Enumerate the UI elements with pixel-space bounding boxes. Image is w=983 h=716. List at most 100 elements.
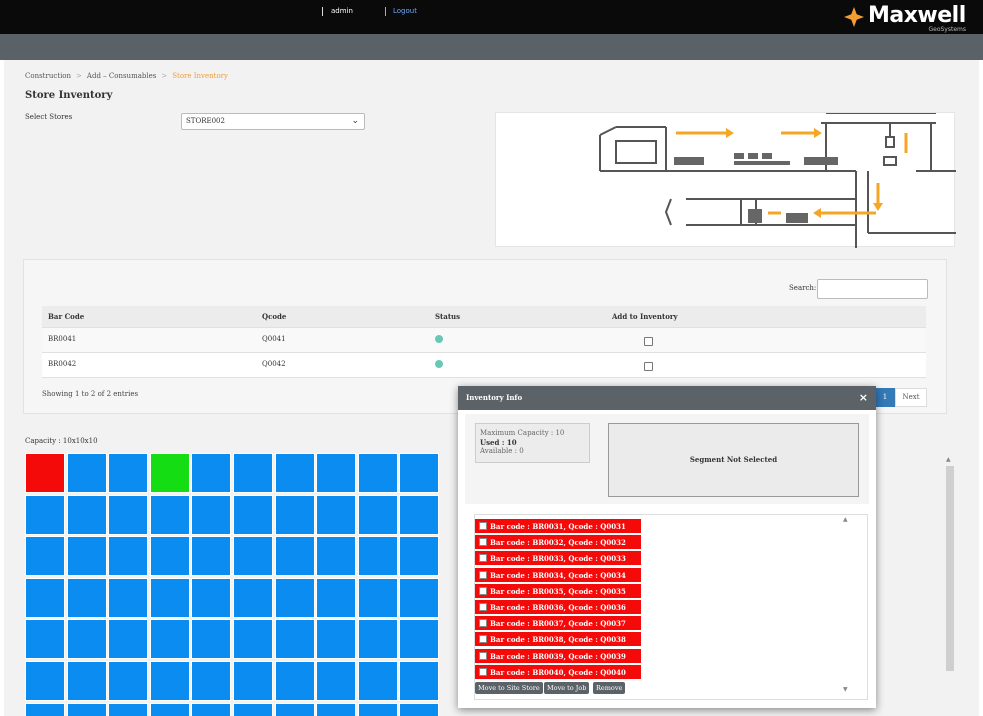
move-to-job-button[interactable]: Move to Job (544, 682, 590, 694)
capacity-cell[interactable] (357, 453, 398, 493)
capacity-cell[interactable] (25, 577, 65, 618)
store-select[interactable]: STORE002 ⌄ (181, 113, 365, 130)
capacity-cell[interactable] (233, 702, 273, 716)
capacity-cell[interactable] (108, 702, 149, 716)
logout-link[interactable]: Logout (385, 7, 417, 16)
scroll-up-icon[interactable]: ▲ (946, 456, 951, 463)
capacity-cell[interactable] (108, 661, 149, 701)
list-item[interactable]: Bar code : BR0040, Qcode : Q0040 (475, 664, 641, 680)
capacity-cell[interactable] (191, 619, 232, 660)
capacity-cell[interactable] (233, 619, 273, 660)
capacity-cell[interactable] (274, 494, 315, 535)
scrollbar-thumb[interactable] (946, 466, 954, 671)
capacity-cell[interactable] (233, 536, 273, 577)
list-item[interactable]: Bar code : BR0031, Qcode : Q0031 (475, 519, 641, 534)
item-checkbox[interactable] (479, 603, 487, 611)
item-checkbox[interactable] (479, 619, 487, 628)
list-item[interactable]: Bar code : BR0037, Qcode : Q0037 (475, 616, 641, 632)
capacity-cell[interactable] (316, 619, 357, 660)
capacity-cell[interactable] (149, 494, 190, 535)
capacity-cell[interactable] (399, 577, 440, 618)
capacity-cell[interactable] (25, 661, 65, 701)
capacity-cell[interactable] (25, 453, 65, 493)
list-item[interactable]: Bar code : BR0036, Qcode : Q0036 (475, 600, 641, 615)
item-checkbox[interactable] (479, 635, 487, 644)
close-icon[interactable]: × (859, 386, 868, 410)
list-item[interactable]: Bar code : BR0039, Qcode : Q0039 (475, 648, 641, 664)
item-checkbox[interactable] (479, 586, 487, 595)
capacity-cell[interactable] (108, 453, 149, 493)
capacity-cell[interactable] (274, 536, 315, 577)
capacity-cell[interactable] (149, 536, 190, 577)
list-scroll-down-icon[interactable]: ▼ (843, 686, 848, 693)
add-to-inventory-checkbox[interactable] (644, 362, 653, 371)
breadcrumb-construction[interactable]: Construction (25, 72, 71, 80)
capacity-cell[interactable] (233, 453, 273, 493)
list-item[interactable]: Bar code : BR0032, Qcode : Q0032 (475, 535, 641, 551)
capacity-cell[interactable] (149, 661, 190, 701)
capacity-cell[interactable] (191, 702, 232, 716)
header-add-to-inventory[interactable]: Add to Inventory (612, 306, 678, 328)
capacity-cell[interactable] (191, 536, 232, 577)
capacity-cell[interactable] (399, 536, 440, 577)
item-checkbox[interactable] (479, 667, 487, 676)
maxwell-logo[interactable]: Maxwell GeoSystems (842, 3, 972, 33)
list-item[interactable]: Bar code : BR0034, Qcode : Q0034 (475, 567, 641, 583)
capacity-cell[interactable] (274, 577, 315, 618)
capacity-cell[interactable] (357, 494, 398, 535)
header-qcode[interactable]: Qcode (262, 306, 286, 328)
capacity-cell[interactable] (274, 453, 315, 493)
header-bar-code[interactable]: Bar Code (48, 306, 84, 328)
capacity-cell[interactable] (316, 577, 357, 618)
capacity-cell[interactable] (399, 619, 440, 660)
header-status[interactable]: Status (435, 306, 460, 328)
capacity-cell[interactable] (316, 453, 357, 493)
search-input[interactable] (817, 279, 928, 299)
capacity-cell[interactable] (25, 536, 65, 577)
capacity-cell[interactable] (66, 619, 107, 660)
capacity-cell[interactable] (149, 577, 190, 618)
capacity-cell[interactable] (191, 453, 232, 493)
capacity-cell[interactable] (399, 702, 440, 716)
page-scrollbar[interactable]: ▲ (945, 456, 955, 705)
capacity-cell[interactable] (108, 577, 149, 618)
page-1-button[interactable]: 1 (875, 388, 895, 407)
user-name[interactable]: admin (322, 7, 353, 16)
capacity-cell[interactable] (316, 536, 357, 577)
add-to-inventory-checkbox[interactable] (644, 337, 653, 346)
list-item[interactable]: Bar code : BR0033, Qcode : Q0033 (475, 551, 641, 567)
list-scroll-up-icon[interactable]: ▲ (843, 516, 848, 523)
capacity-cell[interactable] (316, 494, 357, 535)
item-checkbox[interactable] (479, 651, 487, 660)
capacity-cell[interactable] (357, 577, 398, 618)
capacity-cell[interactable] (66, 577, 107, 618)
list-item[interactable]: Bar code : BR0038, Qcode : Q0038 (475, 632, 641, 648)
capacity-cell[interactable] (233, 577, 273, 618)
capacity-cell[interactable] (66, 661, 107, 701)
breadcrumb-add-consumables[interactable]: Add – Consumables (87, 72, 156, 80)
capacity-cell[interactable] (25, 494, 65, 535)
capacity-cell[interactable] (108, 619, 149, 660)
capacity-cell[interactable] (66, 453, 107, 493)
capacity-cell[interactable] (66, 702, 107, 716)
remove-button[interactable]: Remove (593, 682, 626, 694)
capacity-cell[interactable] (25, 702, 65, 716)
capacity-cell[interactable] (233, 494, 273, 535)
capacity-cell[interactable] (399, 494, 440, 535)
list-item[interactable]: Bar code : BR0035, Qcode : Q0035 (475, 583, 641, 599)
item-checkbox[interactable] (479, 522, 487, 530)
capacity-cell[interactable] (357, 619, 398, 660)
move-to-site-store-button[interactable]: Move to Site Store (475, 682, 543, 694)
capacity-cell[interactable] (316, 661, 357, 701)
capacity-cell[interactable] (233, 661, 273, 701)
capacity-cell[interactable] (66, 536, 107, 577)
capacity-cell[interactable] (274, 661, 315, 701)
capacity-cell[interactable] (191, 577, 232, 618)
capacity-cell[interactable] (274, 702, 315, 716)
capacity-cell[interactable] (357, 702, 398, 716)
item-checkbox[interactable] (479, 538, 487, 547)
capacity-cell[interactable] (191, 494, 232, 535)
capacity-cell[interactable] (399, 661, 440, 701)
next-page-button[interactable]: Next (895, 388, 927, 407)
capacity-cell[interactable] (149, 702, 190, 716)
